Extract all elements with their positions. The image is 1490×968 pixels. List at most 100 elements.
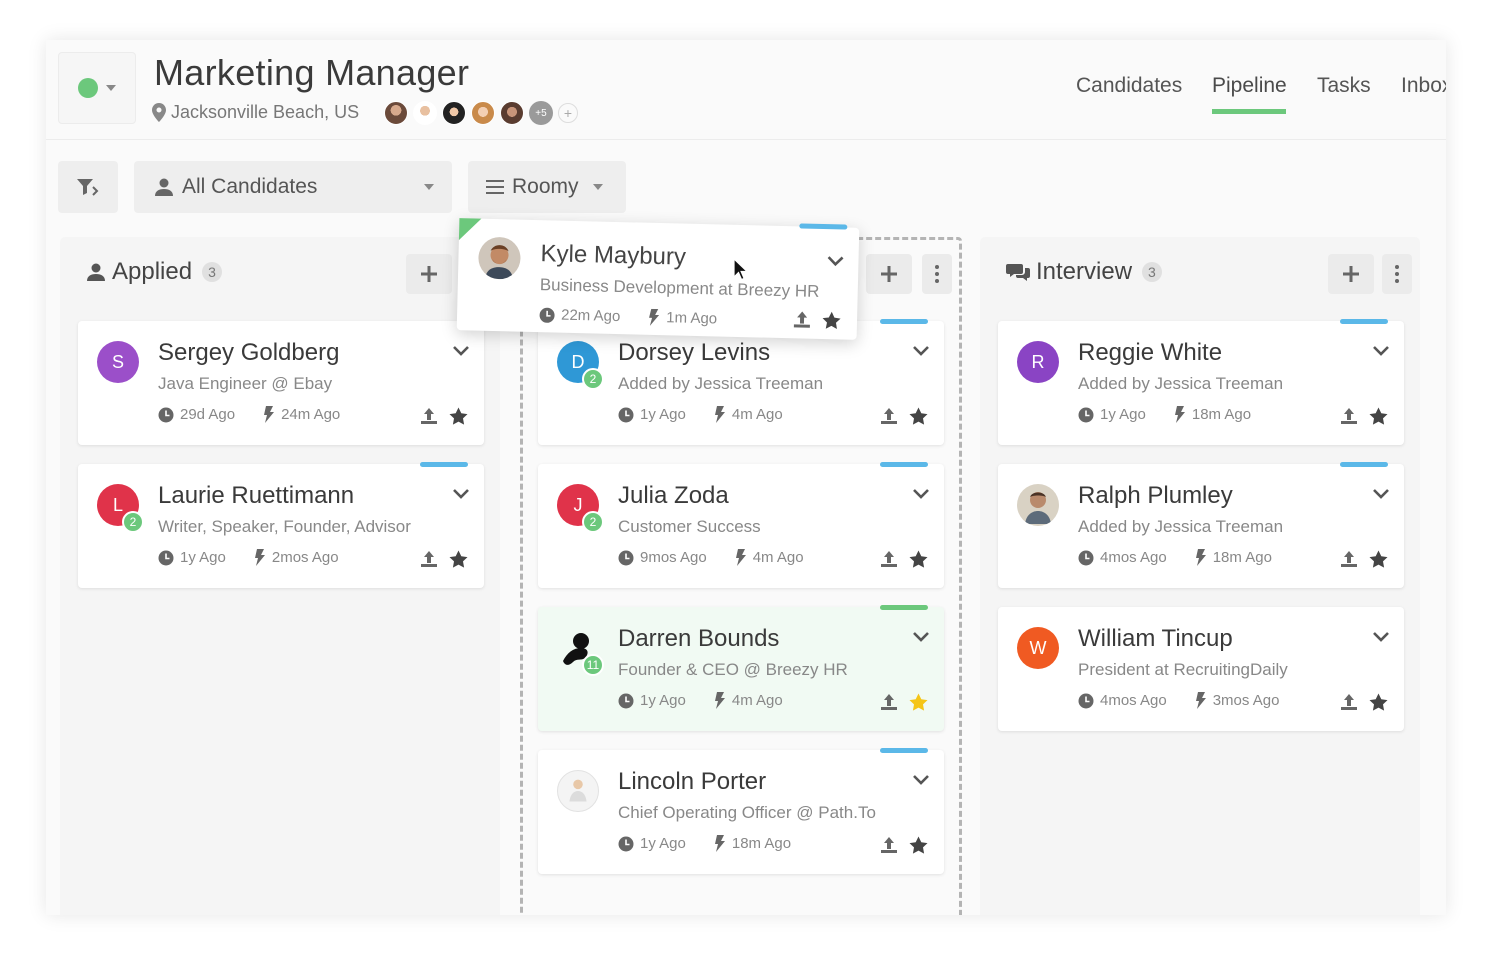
chevron-down-icon[interactable]: [1372, 345, 1390, 357]
chevron-down-icon[interactable]: [912, 488, 930, 500]
star-icon[interactable]: [909, 550, 928, 568]
star-icon[interactable]: [1369, 407, 1388, 425]
job-location: Jacksonville Beach, US: [152, 102, 359, 123]
candidate-card[interactable]: R Reggie White Added by Jessica Treeman …: [998, 319, 1404, 445]
team-member-avatar[interactable]: [500, 101, 524, 125]
view-density-select[interactable]: Roomy: [468, 161, 626, 213]
upload-icon[interactable]: [1340, 550, 1358, 568]
candidate-name[interactable]: Ralph Plumley: [1078, 482, 1233, 510]
chevron-down-icon[interactable]: [1372, 488, 1390, 500]
candidate-card[interactable]: W William Tincup President at Recruiting…: [998, 607, 1404, 731]
team-member-avatar[interactable]: [413, 101, 437, 125]
bolt-icon: [714, 692, 725, 709]
candidate-name[interactable]: Sergey Goldberg: [158, 339, 339, 367]
chevron-down-icon[interactable]: [452, 488, 470, 500]
view-density-label: Roomy: [512, 175, 579, 198]
upload-icon[interactable]: [880, 836, 898, 854]
chevron-down-icon[interactable]: [912, 774, 930, 786]
bolt-icon: [714, 835, 725, 852]
added-time: 1y Ago: [640, 406, 686, 423]
added-time: 1y Ago: [180, 549, 226, 566]
upload-icon[interactable]: [793, 310, 811, 328]
card-status-tab: [880, 462, 928, 467]
bolt-icon: [1174, 406, 1185, 423]
add-team-member-button[interactable]: +: [558, 103, 578, 123]
candidate-name[interactable]: Laurie Ruettimann: [158, 482, 354, 510]
add-candidate-button[interactable]: [1328, 254, 1374, 294]
team-member-avatar[interactable]: [471, 101, 495, 125]
candidate-name[interactable]: Dorsey Levins: [618, 339, 770, 367]
added-time: 4mos Ago: [1100, 549, 1167, 566]
clock-icon: [158, 407, 174, 422]
added-time: 1y Ago: [1100, 406, 1146, 423]
candidate-card[interactable]: J 2 Julia Zoda Customer Success 9mos Ago…: [538, 462, 944, 588]
team-more-badge[interactable]: +5: [529, 101, 553, 125]
add-candidate-button[interactable]: [406, 254, 452, 294]
candidate-meta: 1y Ago 18m Ago: [1078, 406, 1251, 423]
candidate-card[interactable]: Lincoln Porter Chief Operating Officer @…: [538, 748, 944, 874]
star-icon[interactable]: [909, 836, 928, 854]
filter-toggle-button[interactable]: [58, 161, 118, 213]
candidate-card[interactable]: D 2 Dorsey Levins Added by Jessica Treem…: [538, 319, 944, 445]
star-icon[interactable]: [909, 407, 928, 425]
candidate-card[interactable]: Ralph Plumley Added by Jessica Treeman 4…: [998, 462, 1404, 588]
clock-icon: [618, 550, 634, 565]
dragging-candidate-card[interactable]: Kyle Maybury Business Development at Bre…: [456, 218, 860, 340]
bolt-icon: [735, 549, 746, 566]
upload-icon[interactable]: [880, 693, 898, 711]
caret-down-icon: [424, 184, 434, 190]
stage-name: Applied: [112, 258, 193, 285]
upload-icon[interactable]: [880, 550, 898, 568]
candidate-card[interactable]: L 2 Laurie Ruettimann Writer, Speaker, F…: [78, 462, 484, 588]
last-activity-time: 2mos Ago: [271, 549, 339, 566]
last-activity-time: 18m Ago: [731, 835, 792, 852]
upload-icon[interactable]: [880, 407, 898, 425]
star-icon[interactable]: [449, 407, 468, 425]
tab-candidates[interactable]: Candidates: [1076, 74, 1182, 98]
tab-pipeline[interactable]: Pipeline: [1212, 74, 1287, 98]
added-time: 29d Ago: [180, 406, 236, 423]
star-icon[interactable]: [1369, 693, 1388, 711]
star-icon[interactable]: [449, 550, 468, 568]
chevron-down-icon[interactable]: [912, 631, 930, 643]
tab-tasks[interactable]: Tasks: [1317, 74, 1371, 98]
candidate-headline: Writer, Speaker, Founder, Advisor: [158, 517, 411, 536]
candidate-card[interactable]: 11 Darren Bounds Founder & CEO @ Breezy …: [538, 605, 944, 731]
chevron-down-icon[interactable]: [912, 345, 930, 357]
bolt-icon: [1195, 549, 1206, 566]
candidate-meta: 9mos Ago 4m Ago: [618, 549, 804, 566]
chevron-down-icon[interactable]: [452, 345, 470, 357]
candidate-name[interactable]: Lincoln Porter: [618, 768, 766, 796]
candidate-avatar: W: [1017, 627, 1059, 669]
upload-icon[interactable]: [1340, 407, 1358, 425]
team-member-avatar[interactable]: [384, 101, 408, 125]
tab-inbox[interactable]: Inbox: [1401, 74, 1446, 98]
stage-menu-button[interactable]: [1382, 254, 1412, 294]
candidate-name[interactable]: Julia Zoda: [618, 482, 729, 510]
candidate-card[interactable]: S Sergey Goldberg Java Engineer @ Ebay 2…: [78, 321, 484, 445]
chevron-down-icon[interactable]: [826, 255, 844, 267]
star-icon[interactable]: [822, 311, 841, 329]
star-favorited-icon[interactable]: [909, 693, 928, 711]
candidate-filter-select[interactable]: All Candidates: [134, 161, 452, 213]
upload-icon[interactable]: [420, 407, 438, 425]
clock-icon: [539, 307, 555, 323]
candidate-name[interactable]: Reggie White: [1078, 339, 1222, 367]
candidate-headline: Added by Jessica Treeman: [1078, 374, 1284, 393]
chevron-down-icon[interactable]: [1372, 631, 1390, 643]
map-pin-icon: [152, 103, 166, 122]
upload-icon[interactable]: [1340, 693, 1358, 711]
caret-down-icon: [106, 85, 116, 91]
last-activity-time: 4m Ago: [752, 549, 804, 566]
job-header: Marketing Manager Jacksonville Beach, US…: [46, 40, 1446, 140]
upload-icon[interactable]: [420, 550, 438, 568]
last-activity-time: 18m Ago: [1212, 549, 1272, 566]
candidate-name[interactable]: William Tincup: [1078, 625, 1233, 653]
job-status-dropdown[interactable]: [58, 52, 136, 124]
star-icon[interactable]: [1369, 550, 1388, 568]
candidate-meta: 1y Ago 4m Ago: [618, 406, 783, 423]
candidate-name[interactable]: Darren Bounds: [618, 625, 779, 653]
team-member-avatar[interactable]: [442, 101, 466, 125]
candidate-headline: Chief Operating Officer @ Path.To: [618, 803, 876, 822]
candidate-name[interactable]: Kyle Maybury: [540, 240, 686, 272]
